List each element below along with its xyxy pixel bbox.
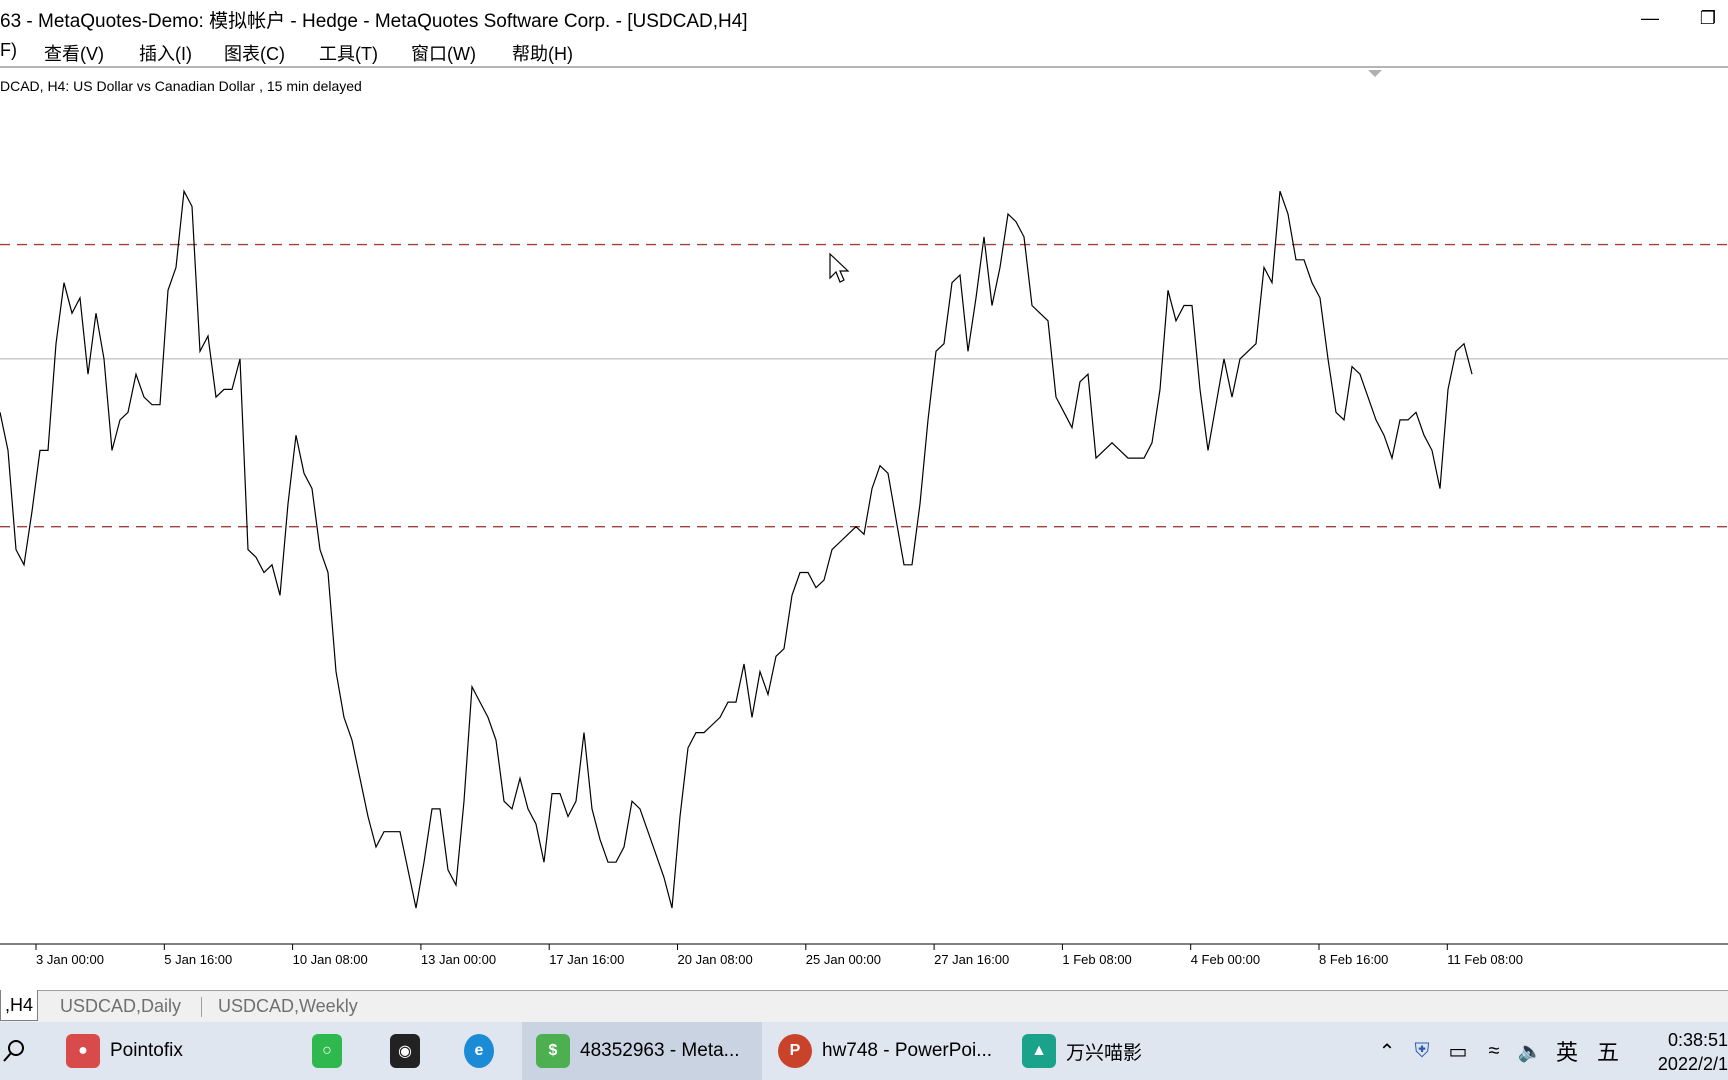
taskbar-app-edge[interactable]: e [464,1022,504,1080]
taskbar-app-label: 48352963 - Meta... [580,1040,740,1061]
menu-bar: F) 查看(V) 插入(I) 图表(C) 工具(T) 窗口(W) 帮助(H) [0,36,1728,68]
tab-separator [201,997,202,1017]
price-series-line[interactable] [0,189,1473,909]
clock-time: 0:38:51 [1667,1030,1728,1050]
tab-usdcad-weekly[interactable]: USDCAD,Weekly [210,991,366,1021]
x-tick-label: 20 Jan 08:00 [678,952,753,967]
taskbar-app-powerpoint[interactable]: P hw748 - PowerPoi... [778,1022,998,1080]
chart-window[interactable]: DCAD, H4: US Dollar vs Canadian Dollar ,… [0,68,1728,988]
taskbar-app-label: 万兴喵影 [1066,1042,1143,1064]
menu-help[interactable]: 帮助(H) [512,40,573,66]
powerpoint-icon: P [778,1034,812,1068]
metatrader-icon: $ [536,1034,570,1068]
wondershare-icon: ▲ [1022,1034,1056,1068]
chevron-up-icon[interactable]: ⌃ [1370,1039,1404,1064]
menu-tools[interactable]: 工具(T) [319,40,378,66]
system-tray: ⌃ ⛨ ▭ ≈ 🔈 英 五 [1370,1022,1630,1080]
x-tick-label: 13 Jan 00:00 [421,952,496,967]
taskbar-app-metatrader[interactable]: $ 48352963 - Meta... [522,1022,762,1080]
taskbar-app-wondershare[interactable]: ▲ 万兴喵影 [1022,1022,1162,1080]
x-tick-label: 17 Jan 16:00 [549,952,624,967]
restore-icon: ❐ [1699,7,1717,28]
chart-shift-marker[interactable] [1368,70,1382,77]
x-tick-label: 8 Feb 16:00 [1319,952,1388,967]
taskbar-app-pointofix[interactable]: ● Pointofix [66,1022,216,1080]
menu-view[interactable]: 查看(V) [44,40,104,66]
volume-icon[interactable]: 🔈 [1512,1039,1548,1064]
menu-window[interactable]: 窗口(W) [411,40,476,66]
clock-date: 2022/2/1 [1657,1054,1728,1074]
x-tick-label: 4 Feb 00:00 [1191,952,1260,967]
price-chart[interactable]: 3 Jan 00:00 5 Jan 16:00 10 Jan 08:00 13 Jan… [0,68,1728,988]
window-title: 63 - MetaQuotes-Demo: 模拟帐户 - Hedge - Met… [0,11,748,32]
shield-icon[interactable]: ⛨ [1404,1040,1440,1063]
x-tick-label: 25 Jan 00:00 [806,952,881,967]
x-tick-label: 11 Feb 08:00 [1447,952,1523,967]
chart-tabs: ,H4 USDCAD,Daily USDCAD,Weekly [0,990,1728,1023]
menu-file[interactable]: F) [0,40,17,61]
qq-icon: ◉ [390,1034,420,1068]
minimize-button[interactable]: — [1630,2,1670,34]
taskbar-app-wechat[interactable]: ○ [312,1022,352,1080]
x-tick-label: 3 Jan 00:00 [36,952,104,967]
menu-insert[interactable]: 插入(I) [139,40,192,66]
pointofix-icon: ● [66,1034,100,1068]
search-icon [3,1040,24,1062]
title-bar: 63 - MetaQuotes-Demo: 模拟帐户 - Hedge - Met… [0,0,1728,36]
minimize-icon: — [1641,7,1659,28]
edge-icon: e [464,1034,494,1068]
x-tick-label: 27 Jan 16:00 [934,952,1009,967]
system-clock[interactable]: 0:38:51 2022/2/1 [1618,1028,1728,1076]
menu-charts[interactable]: 图表(C) [224,40,285,66]
mouse-cursor-icon [829,252,850,283]
x-tick-label: 10 Jan 08:00 [293,952,368,967]
taskbar-app-label: hw748 - PowerPoi... [822,1040,993,1061]
taskbar: ● Pointofix ○ ◉ e $ 48352963 - Meta... P… [0,1022,1728,1080]
wifi-icon[interactable]: ≈ [1476,1040,1512,1063]
wechat-icon: ○ [312,1034,342,1068]
battery-icon[interactable]: ▭ [1440,1039,1476,1064]
tab-usdcad-h4[interactable]: ,H4 [0,990,39,1021]
taskbar-app-label: Pointofix [110,1040,183,1061]
x-tick-label: 5 Jan 16:00 [164,952,232,967]
tab-usdcad-daily[interactable]: USDCAD,Daily [52,991,189,1021]
taskbar-app-qq[interactable]: ◉ [390,1022,430,1080]
search-button[interactable] [2,1022,32,1080]
x-tick-label: 1 Feb 08:00 [1062,952,1131,967]
restore-button[interactable]: ❐ [1688,2,1728,34]
ime-language[interactable]: 英 [1548,1035,1586,1067]
